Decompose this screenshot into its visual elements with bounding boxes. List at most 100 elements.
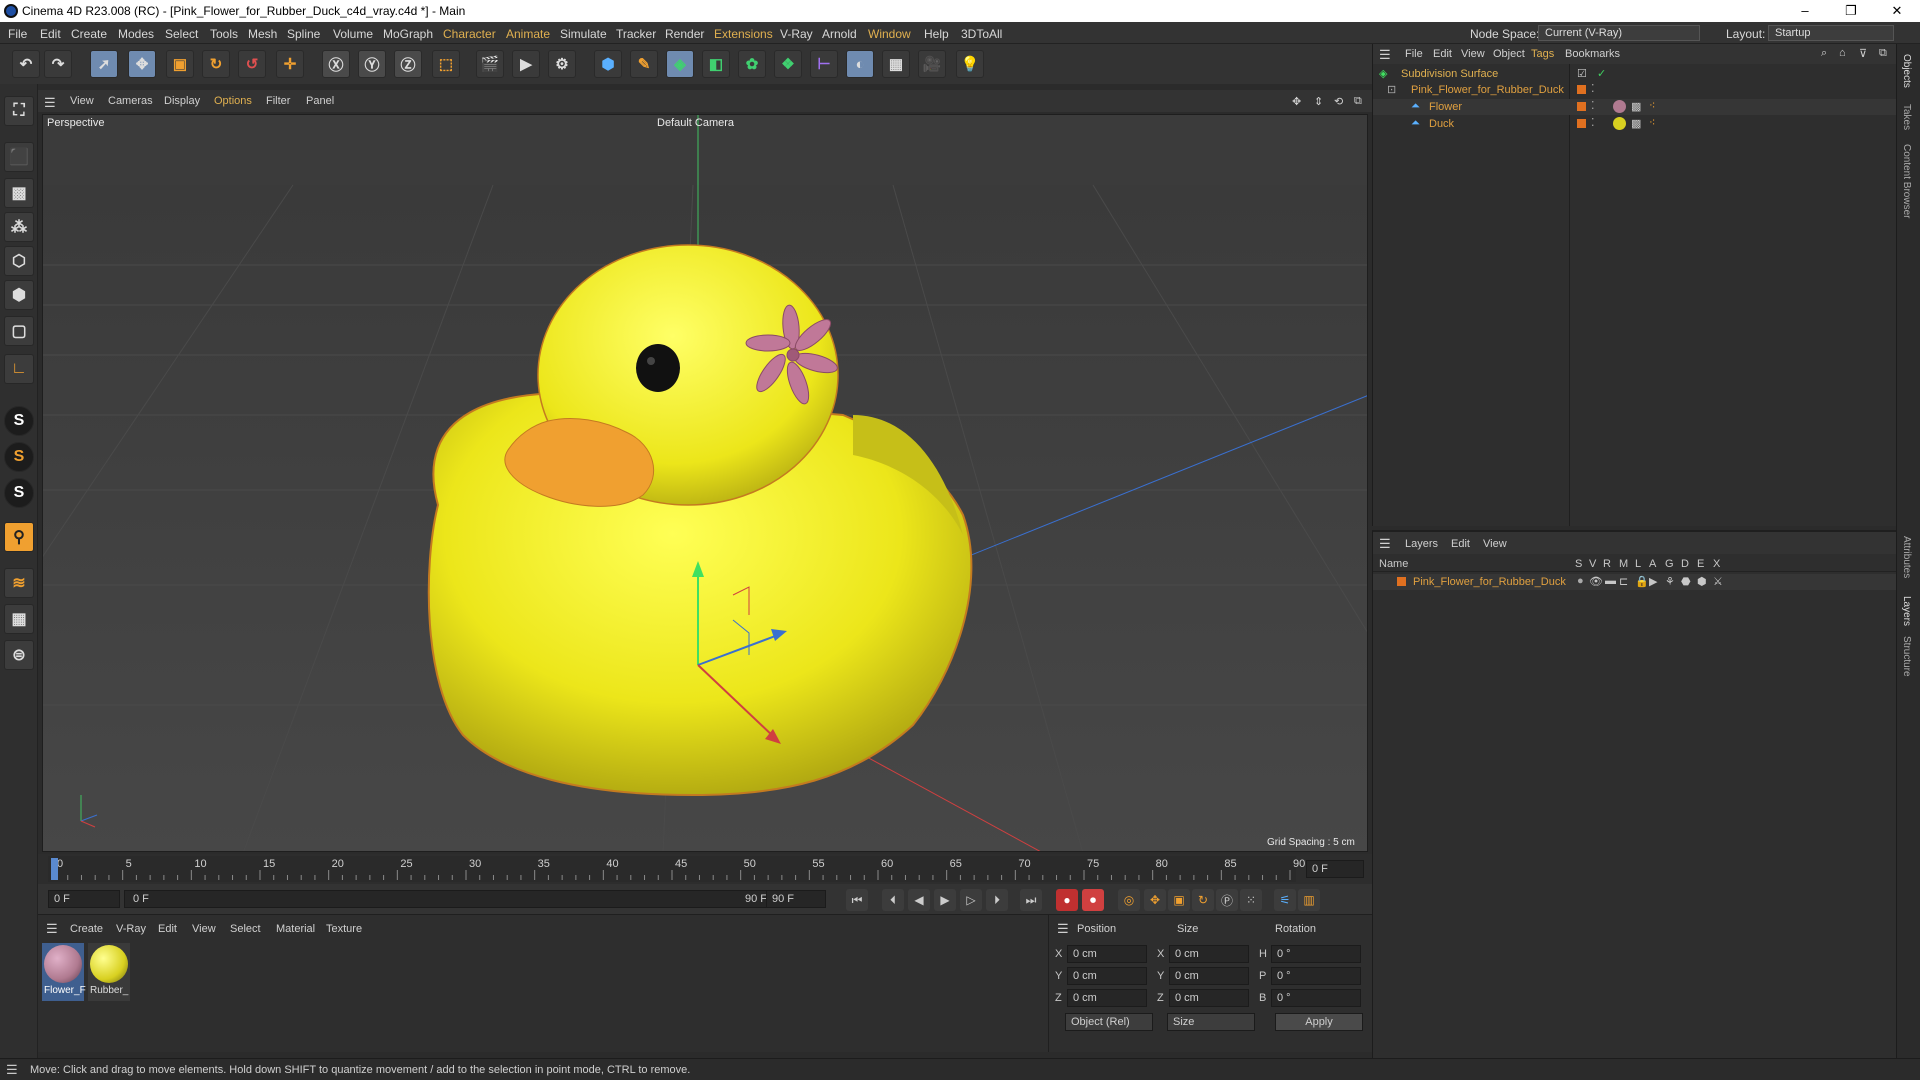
- tab-content-browser[interactable]: Content Browser: [1901, 144, 1912, 218]
- material-menu-texture[interactable]: Texture: [326, 923, 362, 935]
- menu-vray[interactable]: V-Ray: [780, 27, 813, 41]
- layer-menu-icon[interactable]: ☰: [1379, 536, 1391, 552]
- material-menu-vray[interactable]: V-Ray: [116, 923, 146, 935]
- camera-object-icon[interactable]: 🎥: [918, 50, 946, 78]
- select-tool-icon[interactable]: ➚: [90, 50, 118, 78]
- menu-arnold[interactable]: Arnold: [822, 27, 857, 41]
- apply-button[interactable]: Apply: [1275, 1013, 1363, 1031]
- manager-toggle-icon[interactable]: ⊏: [1619, 575, 1628, 588]
- menu-character[interactable]: Character: [443, 27, 496, 41]
- layer-menu-edit[interactable]: Edit: [1451, 538, 1470, 550]
- menu-animate[interactable]: Animate: [506, 27, 550, 41]
- polygons-mode-icon[interactable]: ⬢: [4, 280, 34, 310]
- key-pla-icon[interactable]: ⁙: [1240, 889, 1262, 911]
- object-name[interactable]: Subdivision Surface: [1401, 68, 1498, 80]
- start-frame-field[interactable]: 0 F: [48, 890, 120, 908]
- tab-objects[interactable]: Objects: [1901, 54, 1912, 88]
- deformer-icon[interactable]: ⊢: [810, 50, 838, 78]
- texture-mode-icon[interactable]: ▩: [4, 178, 34, 208]
- generators-toggle-icon[interactable]: ⚘: [1665, 575, 1675, 588]
- cloner-icon[interactable]: ✿: [738, 50, 766, 78]
- material-menu-create[interactable]: Create: [70, 923, 103, 935]
- rotate-tool-icon[interactable]: ↻: [202, 50, 230, 78]
- deformers-toggle-icon[interactable]: ⬣: [1681, 575, 1691, 588]
- tab-structure[interactable]: Structure: [1901, 636, 1912, 677]
- extrude-generator-icon[interactable]: ◧: [702, 50, 730, 78]
- redo-icon[interactable]: ↷: [44, 50, 72, 78]
- flag-header-l[interactable]: L: [1635, 558, 1641, 570]
- visibility-checkbox[interactable]: ☑: [1577, 67, 1587, 80]
- layout-dropdown[interactable]: Startup: [1768, 25, 1894, 41]
- om-menu-edit[interactable]: Edit: [1433, 48, 1452, 60]
- tab-attributes[interactable]: Attributes: [1901, 536, 1912, 578]
- position-z-field[interactable]: 0 cm: [1067, 989, 1147, 1007]
- timeline-playhead[interactable]: [51, 858, 58, 880]
- key-rotation-icon[interactable]: ↻: [1192, 889, 1214, 911]
- y-axis-lock-icon[interactable]: Ⓨ: [358, 50, 386, 78]
- goto-start-icon[interactable]: ⏮: [846, 889, 868, 911]
- coordinate-system-icon[interactable]: ⬚: [432, 50, 460, 78]
- next-key-icon[interactable]: ⏵: [986, 889, 1008, 911]
- 3d-viewport[interactable]: Perspective Default Camera Grid Spacing …: [42, 114, 1368, 852]
- lock-workplane-icon[interactable]: ⊜: [4, 640, 34, 670]
- selection-tag-icon[interactable]: ⁖: [1649, 116, 1655, 129]
- edges-mode-icon[interactable]: ⬡: [4, 246, 34, 276]
- flag-header-d[interactable]: D: [1681, 558, 1689, 570]
- viewport-rotate-icon[interactable]: ⟲: [1334, 95, 1343, 108]
- rotation-b-field[interactable]: 0 °: [1271, 989, 1361, 1007]
- subdivision-surface-icon[interactable]: ◈: [666, 50, 694, 78]
- goto-end-icon[interactable]: ⏭: [1020, 889, 1042, 911]
- timeline-ticks[interactable]: 0 5 10 15 20 25 30 35 40 45 50 55 60 65 70 75 80 85 90: [38, 854, 1328, 884]
- flag-header-g[interactable]: G: [1665, 558, 1674, 570]
- timeline-ruler[interactable]: 0 5 10 15 20 25 30 35 40 45 50 55 60 65 70 75 80 85 90 0 F: [38, 854, 1372, 884]
- flag-header-m[interactable]: M: [1619, 558, 1628, 570]
- material-rubber[interactable]: Rubber_: [88, 943, 130, 1001]
- viewport-camera-label[interactable]: Default Camera: [657, 117, 734, 129]
- filter-icon[interactable]: ⊽: [1859, 47, 1867, 60]
- flag-header-x[interactable]: X: [1713, 558, 1720, 570]
- menu-edit[interactable]: Edit: [40, 27, 61, 41]
- undo-icon[interactable]: ↶: [12, 50, 40, 78]
- size-x-field[interactable]: 0 cm: [1169, 945, 1249, 963]
- menu-window[interactable]: Window: [868, 27, 911, 41]
- key-position-icon[interactable]: ✥: [1144, 889, 1166, 911]
- object-row[interactable]: ◈ Subdivision Surface ☑ ✓: [1373, 66, 1897, 82]
- menu-extensions[interactable]: Extensions: [714, 27, 773, 41]
- prev-frame-icon[interactable]: ◀: [908, 889, 930, 911]
- flag-header-v[interactable]: V: [1589, 558, 1596, 570]
- flag-header-e[interactable]: E: [1697, 558, 1704, 570]
- viewport-menu-filter[interactable]: Filter: [266, 95, 290, 107]
- layer-menu-layers[interactable]: Layers: [1405, 538, 1438, 550]
- timeline-window-icon[interactable]: ▥: [1298, 889, 1320, 911]
- prev-key-icon[interactable]: ⏴: [882, 889, 904, 911]
- layer-color-swatch[interactable]: [1577, 102, 1586, 111]
- menu-render[interactable]: Render: [665, 27, 704, 41]
- menu-select[interactable]: Select: [165, 27, 198, 41]
- menu-tools[interactable]: Tools: [210, 27, 238, 41]
- visibility-dots-icon[interactable]: ⁚: [1591, 116, 1595, 129]
- object-name[interactable]: Duck: [1429, 118, 1454, 130]
- layer-color-swatch[interactable]: [1577, 85, 1586, 94]
- position-x-field[interactable]: 0 cm: [1067, 945, 1147, 963]
- play-icon[interactable]: ▶: [934, 889, 956, 911]
- tab-layers[interactable]: Layers: [1901, 596, 1912, 626]
- lock-toggle-icon[interactable]: 🔒: [1635, 575, 1649, 588]
- x-axis-lock-icon[interactable]: Ⓧ: [322, 50, 350, 78]
- tweak-mode-icon[interactable]: ⚲: [4, 522, 34, 552]
- snap-icon[interactable]: S: [4, 406, 34, 436]
- render-toggle-icon[interactable]: ▬: [1605, 575, 1616, 587]
- object-row[interactable]: ⏶ Duck ⁚ ▩ ⁖: [1373, 116, 1897, 132]
- rotation-h-field[interactable]: 0 °: [1271, 945, 1361, 963]
- grid-icon[interactable]: ▦: [4, 604, 34, 634]
- view-toggle-icon[interactable]: 👁: [1589, 575, 1603, 588]
- workplane-icon[interactable]: ≋: [4, 568, 34, 598]
- viewport-zoom-icon[interactable]: ⇕: [1314, 95, 1323, 108]
- flag-header-r[interactable]: R: [1603, 558, 1611, 570]
- viewport-menu-panel[interactable]: Panel: [306, 95, 334, 107]
- xrefs-toggle-icon[interactable]: ⚔: [1713, 575, 1723, 588]
- menu-help[interactable]: Help: [924, 27, 949, 41]
- render-settings-icon[interactable]: ⚙: [548, 50, 576, 78]
- coordinate-mode-dropdown[interactable]: Object (Rel): [1065, 1013, 1153, 1031]
- layer-name[interactable]: Pink_Flower_for_Rubber_Duck: [1413, 576, 1566, 588]
- viewport-move-icon[interactable]: ✥: [1292, 95, 1301, 108]
